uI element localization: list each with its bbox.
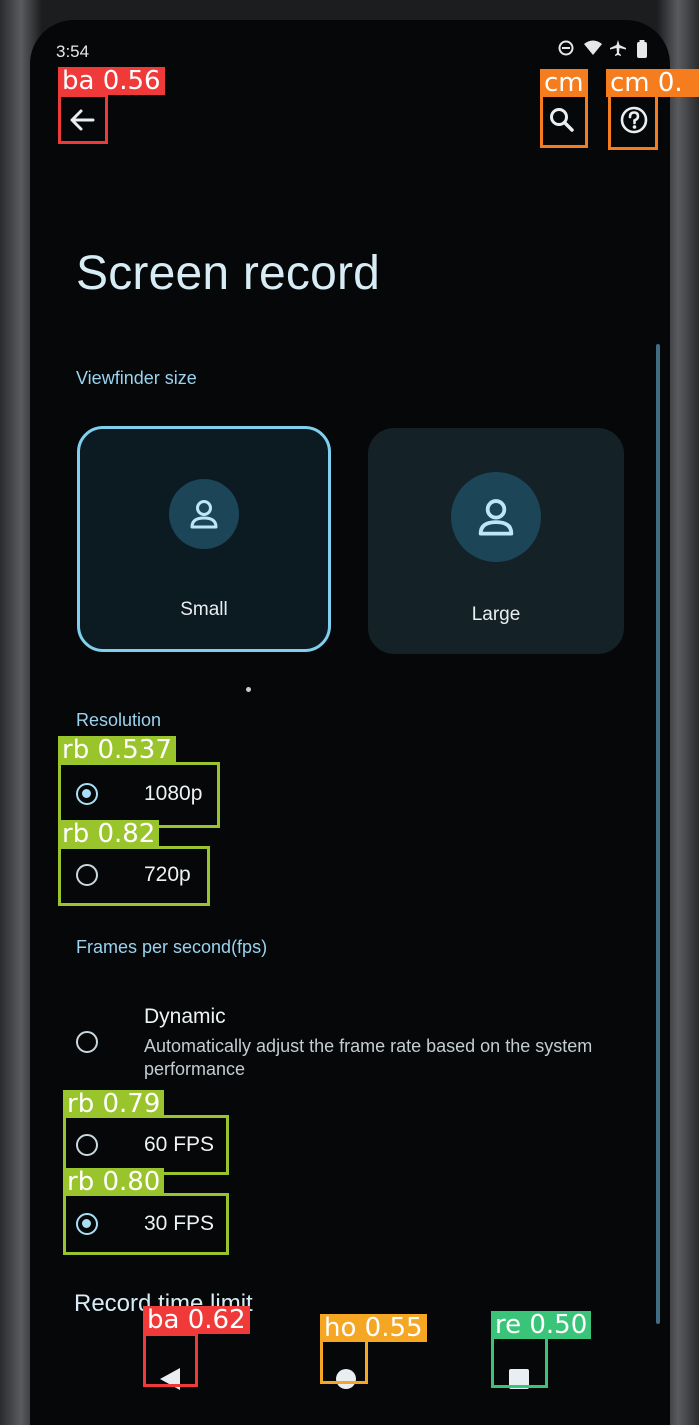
person-icon [451, 472, 541, 562]
detection-tag: re 0.50 [491, 1311, 592, 1339]
detection-box [143, 1333, 198, 1387]
person-icon [169, 479, 239, 549]
fps-section-label: Frames per second(fps) [76, 937, 268, 957]
radio-button[interactable] [76, 1031, 98, 1053]
resolution-section-label: Resolution [76, 710, 162, 730]
detection-tag: ho 0.55 [320, 1314, 427, 1342]
viewfinder-option-label: Small [180, 599, 228, 620]
battery-icon [636, 40, 652, 58]
status-time: 3:54 [56, 42, 90, 61]
radio-label: Dynamic [144, 1005, 226, 1028]
page-title: Screen record [76, 247, 381, 300]
detection-box [58, 94, 108, 144]
airplane-icon [610, 40, 626, 56]
dnd-icon [558, 40, 574, 56]
viewfinder-option-small[interactable]: Small [77, 426, 331, 652]
pager-dot [246, 687, 251, 692]
detection-tag: cm 0. [606, 69, 699, 97]
wifi-icon [584, 40, 602, 56]
viewfinder-option-large[interactable]: Large [368, 428, 624, 654]
scrollbar[interactable] [656, 344, 660, 1324]
detection-tag: rb 0.82 [58, 820, 160, 848]
detection-box [491, 1336, 548, 1388]
detection-box [58, 846, 210, 906]
detection-box [608, 94, 658, 150]
detection-box [63, 1193, 229, 1255]
radio-description: Automatically adjust the frame rate base… [144, 1036, 593, 1079]
detection-tag: ba 0.56 [58, 67, 165, 95]
detection-tag: rb 0.537 [58, 736, 176, 764]
viewfinder-option-label: Large [471, 604, 521, 625]
detection-tag: rb 0.80 [63, 1168, 165, 1196]
detection-box [540, 94, 588, 148]
detection-tag: rb 0.79 [63, 1090, 165, 1118]
status-icons [558, 40, 652, 58]
viewfinder-section-label: Viewfinder size [76, 368, 197, 388]
detection-box [320, 1339, 368, 1384]
detection-tag: ba 0.62 [143, 1306, 250, 1334]
detection-box [63, 1115, 229, 1175]
detection-tag: cm [540, 69, 588, 97]
